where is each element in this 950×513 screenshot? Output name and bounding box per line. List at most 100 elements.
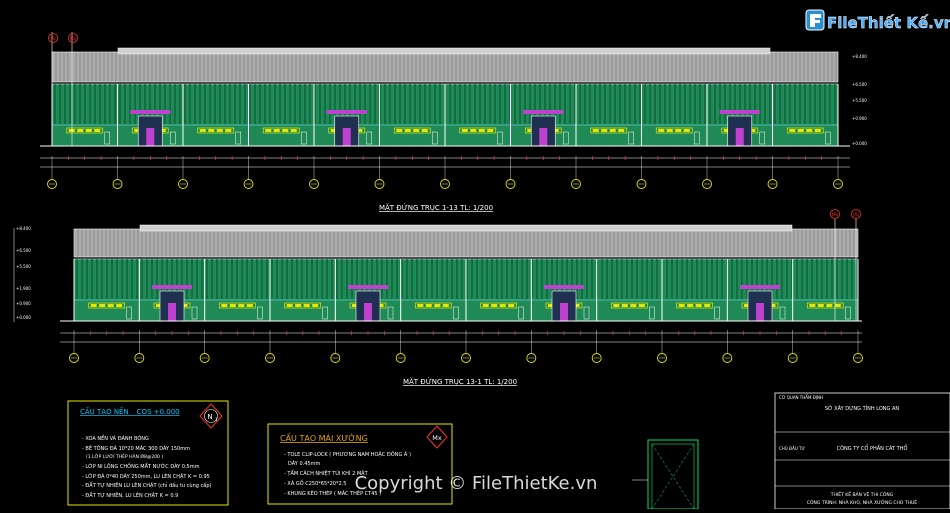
window-pane [638,304,645,307]
window-pane [225,129,232,132]
title-block-line3: CHỦ ĐẦU TƯ [779,446,805,451]
window-pane [282,129,289,132]
level-labels-left: +8.400 +6.500 +5.500 +1.900 +0.900 +0.00… [13,226,31,322]
note-floor-line: - XOA NỀN VÀ ĐÁNH BÓNG [82,434,149,442]
window-pane [601,129,608,132]
window-pane [442,304,449,307]
window-pane [238,304,245,307]
window-pane [704,304,711,307]
door-leaf [146,128,155,146]
title-block: CƠ QUAN THẨM ĐỊNH SỞ XÂY DỰNG TỈNH LONG … [774,392,950,510]
door-leaf [756,303,764,321]
window-pane [814,129,821,132]
tag-mx: Mx [426,425,448,449]
door-canopy [740,285,780,289]
title-block-line6: CÔNG TRÌNH: NHÀ KHO, NHÀ XƯỞNG CHO THUÊ [807,498,917,506]
window-pane [789,129,796,132]
window-pane [273,129,280,132]
tag-mx-top: Mx [68,33,78,43]
level-label: +8.400 [852,54,867,59]
window-pane [491,304,498,307]
door-leaf [560,303,568,321]
cad-drawing: Vk Mx +8.400 +6.500 +5.500 +0.900 +0.000… [13,9,950,510]
elevation-bottom: +8.400 +6.500 +5.500 +1.900 +0.900 +0.00… [13,209,863,386]
door-canopy [348,285,388,289]
door-canopy [544,285,584,289]
window-pane [695,304,702,307]
level-label: +5.500 [852,98,867,103]
window-pane [417,304,424,307]
grid-bubbles [69,330,863,363]
tag-mx-text: Mx [70,36,77,42]
window-pane [834,304,841,307]
window-pane [413,129,420,132]
window-pane [478,129,485,132]
tag-n1: N 1 [199,403,223,429]
grid-bubbles [47,156,843,189]
door-leaf [735,128,744,146]
window-pane [94,129,101,132]
window-pane [499,304,506,307]
roof-ridge-bottom [139,224,793,232]
tag-vk-text: Vk [50,36,56,42]
window-pane [85,129,92,132]
title-block-line1: CƠ QUAN THẨM ĐỊNH [779,395,823,400]
level-label: +0.000 [852,141,867,146]
copyright-watermark: Copyright © FileThietKe.vn [355,473,598,494]
door-canopy [130,110,171,114]
elevation-title-bottom: MẶT ĐỨNG TRỤC 13-1 TL: 1/200 [403,377,517,386]
note-floor-line: - ĐẤT TỰ NHIÊN, LU LÈN CHẶT K = 0.9 [82,491,178,499]
door-canopy [719,110,760,114]
door-leaf [364,303,372,321]
window-pane [246,304,253,307]
tag-vk-text: Vk [853,212,859,218]
level-label: +1.900 [16,286,31,291]
note-floor-line: (1 LỚP LƯỚI THÉP HÀN Ø8@200 ) [86,452,163,460]
door-canopy [326,110,367,114]
window-pane [90,304,97,307]
window-pane [312,304,319,307]
window-pane [421,129,428,132]
window-pane [609,129,616,132]
window-pane [434,304,441,307]
window-pane [107,304,114,307]
level-label: +0.900 [16,301,31,306]
window-pane [592,129,599,132]
tag-vk-top: Vk [48,33,58,43]
window-pane [613,304,620,307]
level-label: +5.500 [16,264,31,269]
note-roof-title: CẤU TẠO MÁI XƯỞNG [280,432,368,444]
window-pane [404,129,411,132]
window-pane [806,129,813,132]
title-block-line2: SỞ XÂY DỰNG TỈNH LONG AN [825,404,900,412]
window-pane [817,304,824,307]
window-pane [290,129,297,132]
window-pane [221,304,228,307]
level-label: +0.900 [852,116,867,121]
door-leaf [539,128,548,146]
cad-drawing-canvas: Vk Mx +8.400 +6.500 +5.500 +0.900 +0.000… [0,0,950,510]
window-pane [470,129,477,132]
level-label: +6.500 [16,248,31,253]
window-pane [425,304,432,307]
logo-text: FileThiết Kế.vn [827,13,950,32]
window-pane [199,129,206,132]
window-pane [630,304,637,307]
window-pane [678,304,685,307]
window-pane [675,129,682,132]
elevation-top: Vk Mx +8.400 +6.500 +5.500 +0.900 +0.000… [40,32,867,212]
window-pane [303,304,310,307]
window-pane [396,129,403,132]
window-pane [286,304,293,307]
window-pane [99,304,106,307]
note-floor-line: - ĐẤT TỰ NHIÊN LU LÈN CHẶT (chỉ đầu tư c… [82,481,212,489]
note-floor-line: - BÊ TÔNG ĐÁ 10*20 MÁC 300 DÀY 150mm [82,444,190,452]
window-pane [208,129,215,132]
window-pane [683,129,690,132]
window-pane [618,129,625,132]
door-canopy [523,110,564,114]
note-floor-title: CẤU TẠO NỀN _ COS +0.000 [80,406,180,416]
window-pane [77,129,84,132]
level-label: +0.000 [16,315,31,320]
door-detail [632,439,699,510]
